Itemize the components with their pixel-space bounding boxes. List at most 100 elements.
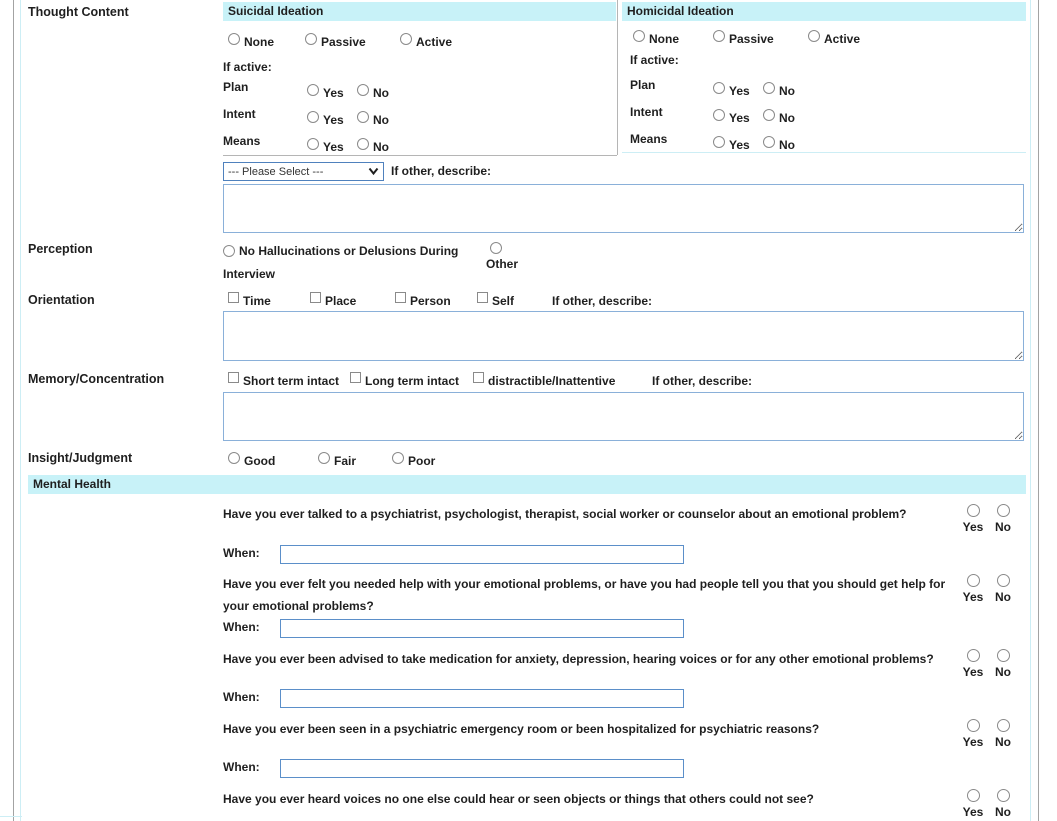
mh-q3-when-row: When: xyxy=(223,689,684,708)
checkbox-icon xyxy=(473,372,484,383)
radio-icon xyxy=(228,33,240,45)
suicidal-means-no-radio[interactable]: No xyxy=(357,138,389,152)
radio-icon xyxy=(763,136,775,148)
radio-icon xyxy=(713,109,725,121)
orientation-person-checkbox[interactable]: Person xyxy=(395,292,451,306)
mh-question-5: Have you ever heard voices no one else c… xyxy=(223,788,958,810)
left-inner-border xyxy=(20,0,21,821)
homicidal-intent-label: Intent xyxy=(630,105,663,119)
thought-content-label: Thought Content xyxy=(28,5,129,19)
radio-icon xyxy=(763,82,775,94)
mh-question-4: Have you ever been seen in a psychiatric… xyxy=(223,718,958,740)
no-label: No xyxy=(995,735,1011,749)
mh-q1-yesno-group: Yes No xyxy=(958,504,1018,534)
orientation-place-checkbox[interactable]: Place xyxy=(310,292,356,306)
yes-radio[interactable] xyxy=(967,649,980,662)
suicidal-plan-no-radio[interactable]: No xyxy=(357,84,389,98)
homicidal-means-no-radio[interactable]: No xyxy=(763,136,795,150)
ideation-describe-textarea[interactable] xyxy=(223,184,1024,233)
mh-q4-when-input[interactable] xyxy=(280,759,684,778)
suicidal-passive-radio[interactable]: Passive xyxy=(305,33,366,47)
perception-other-radio[interactable]: Other xyxy=(486,242,518,271)
suicidal-intent-label: Intent xyxy=(223,107,256,121)
mh-question-1: Have you ever talked to a psychiatrist, … xyxy=(223,503,958,525)
mh-question-3: Have you ever been advised to take medic… xyxy=(223,648,958,670)
homicidal-active-radio[interactable]: Active xyxy=(808,30,860,44)
memory-long-term-checkbox[interactable]: Long term intact xyxy=(350,372,459,386)
memory-short-term-checkbox[interactable]: Short term intact xyxy=(228,372,339,386)
orientation-describe-textarea[interactable] xyxy=(223,311,1024,361)
checkbox-icon xyxy=(228,372,239,383)
homicidal-means-label: Means xyxy=(630,132,667,146)
perception-no-hallucinations-radio[interactable]: No Hallucinations or Delusions During In… xyxy=(223,240,503,286)
right-outer-border xyxy=(1038,0,1039,821)
no-radio[interactable] xyxy=(997,649,1010,662)
suicidal-intent-no-radio[interactable]: No xyxy=(357,111,389,125)
homicidal-plan-yes-radio[interactable]: Yes xyxy=(713,82,750,96)
homicidal-bottom-line xyxy=(622,152,1026,153)
mh-q3-when-input[interactable] xyxy=(280,689,684,708)
mh-q1-when-row: When: xyxy=(223,545,684,564)
yes-radio[interactable] xyxy=(967,574,980,587)
checkbox-icon xyxy=(228,292,239,303)
no-radio[interactable] xyxy=(997,789,1010,802)
suicidal-intent-yes-radio[interactable]: Yes xyxy=(307,111,344,125)
memory-describe-textarea[interactable] xyxy=(223,392,1024,441)
left-outer-border xyxy=(13,0,14,821)
no-radio[interactable] xyxy=(997,574,1010,587)
radio-icon xyxy=(713,82,725,94)
homicidal-none-radio[interactable]: None xyxy=(633,30,679,44)
memory-distractible-checkbox[interactable]: distractible/Inattentive xyxy=(473,372,615,386)
no-radio[interactable] xyxy=(997,504,1010,517)
homicidal-intent-yes-radio[interactable]: Yes xyxy=(713,109,750,123)
when-label: When: xyxy=(223,759,280,774)
insight-good-radio[interactable]: Good xyxy=(228,452,275,466)
suicidal-means-yes-radio[interactable]: Yes xyxy=(307,138,344,152)
no-label: No xyxy=(995,590,1011,604)
homicidal-intent-no-radio[interactable]: No xyxy=(763,109,795,123)
homicidal-ideation-section: Homicidal Ideation None Passive Active I… xyxy=(622,0,1026,152)
suicidal-plan-yes-radio[interactable]: Yes xyxy=(307,84,344,98)
no-radio[interactable] xyxy=(997,719,1010,732)
radio-icon xyxy=(763,109,775,121)
checkbox-icon xyxy=(310,292,321,303)
checkbox-icon xyxy=(477,292,488,303)
yes-label: Yes xyxy=(963,735,984,749)
suicidal-none-radio[interactable]: None xyxy=(228,33,274,47)
insight-fair-radio[interactable]: Fair xyxy=(318,452,356,466)
mh-q1-when-input[interactable] xyxy=(280,545,684,564)
homicidal-passive-radio[interactable]: Passive xyxy=(713,30,774,44)
suicidal-ideation-section: Suicidal Ideation None Passive Active If… xyxy=(223,0,616,156)
yes-radio[interactable] xyxy=(967,504,980,517)
suicidal-ideation-header: Suicidal Ideation xyxy=(223,2,616,21)
radio-icon xyxy=(633,30,645,42)
radio-icon xyxy=(357,111,369,123)
mental-health-header: Mental Health xyxy=(28,475,1026,494)
mh-q5-yesno-group: Yes No xyxy=(958,789,1018,819)
suicidal-active-radio[interactable]: Active xyxy=(400,33,452,47)
homicidal-if-active-label: If active: xyxy=(630,53,679,67)
yes-radio[interactable] xyxy=(967,789,980,802)
radio-icon xyxy=(307,111,319,123)
memory-if-other-label: If other, describe: xyxy=(652,374,752,388)
right-inner-border xyxy=(1030,0,1031,821)
ideation-type-select[interactable]: --- Please Select --- xyxy=(223,162,384,181)
radio-icon xyxy=(357,84,369,96)
homicidal-means-yes-radio[interactable]: Yes xyxy=(713,136,750,150)
yes-label: Yes xyxy=(963,520,984,534)
insight-poor-radio[interactable]: Poor xyxy=(392,452,435,466)
when-label: When: xyxy=(223,619,280,634)
checkbox-icon xyxy=(350,372,361,383)
homicidal-plan-label: Plan xyxy=(630,78,655,92)
orientation-self-checkbox[interactable]: Self xyxy=(477,292,514,306)
radio-icon xyxy=(228,452,240,464)
mh-q2-when-input[interactable] xyxy=(280,619,684,638)
orientation-label: Orientation xyxy=(28,293,95,307)
homicidal-plan-no-radio[interactable]: No xyxy=(763,82,795,96)
yes-radio[interactable] xyxy=(967,719,980,732)
radio-icon xyxy=(307,84,319,96)
orientation-time-checkbox[interactable]: Time xyxy=(228,292,271,306)
radio-icon xyxy=(713,136,725,148)
mh-q4-when-row: When: xyxy=(223,759,684,778)
no-label: No xyxy=(995,520,1011,534)
